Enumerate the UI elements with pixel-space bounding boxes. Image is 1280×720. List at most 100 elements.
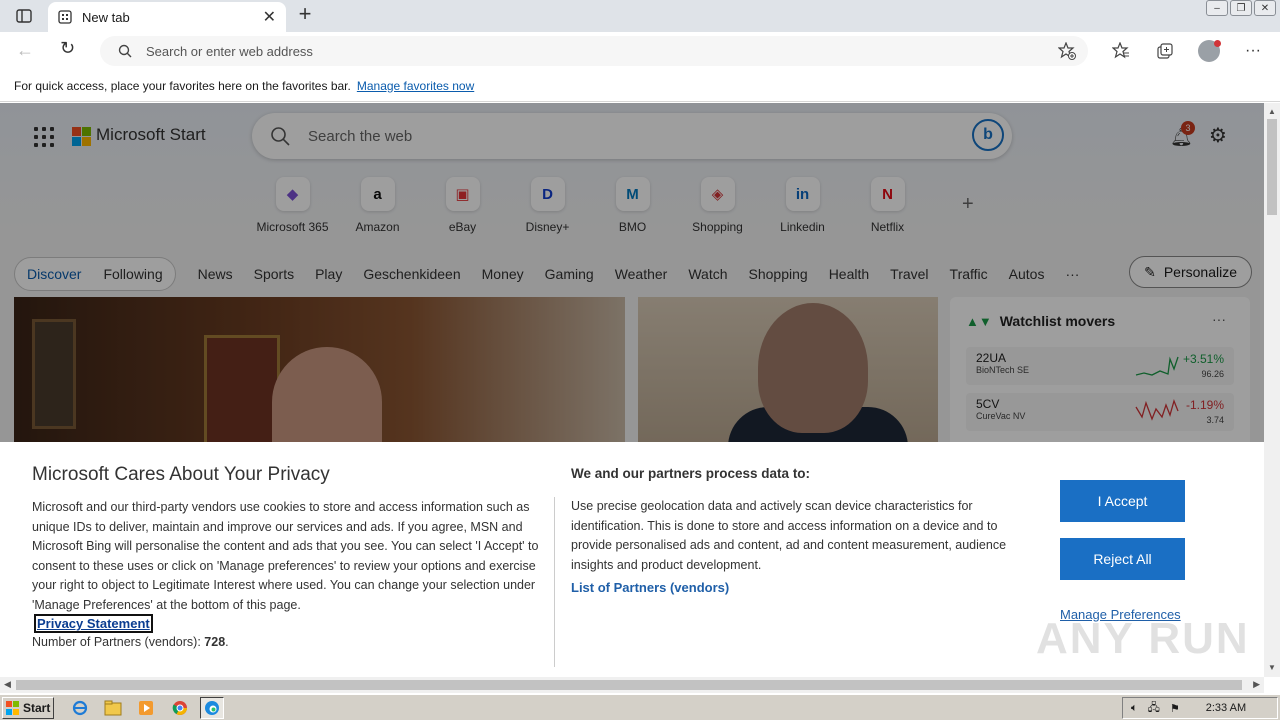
network-icon[interactable]: 🖧 xyxy=(1148,699,1160,718)
brand-title[interactable]: Microsoft Start xyxy=(96,125,206,145)
start-label: Start xyxy=(23,701,51,715)
system-tray: 🔈︎ 🖧 ⚑ 2:33 AM xyxy=(1122,697,1278,719)
feed-category-tab[interactable]: Gaming xyxy=(545,266,594,282)
address-bar[interactable]: Search or enter web address xyxy=(100,36,1088,66)
quicklink-item[interactable]: D Disney+ xyxy=(505,177,590,234)
quicklink-icon: D xyxy=(530,177,565,211)
address-placeholder: Search or enter web address xyxy=(146,43,313,59)
back-icon[interactable]: ← xyxy=(16,40,34,61)
web-search-placeholder: Search the web xyxy=(308,127,413,145)
toolbar-icons: ··· xyxy=(1110,40,1264,62)
scroll-thumb[interactable] xyxy=(1267,119,1277,215)
edge-icon[interactable] xyxy=(200,697,224,719)
watchlist-card: ▲▼ Watchlist movers ··· 22UA BioNTech SE +… xyxy=(950,297,1250,457)
accept-button[interactable]: I Accept xyxy=(1060,480,1185,522)
scroll-up-icon[interactable]: ▲ xyxy=(1268,107,1276,116)
scroll-right-icon[interactable]: ▶ xyxy=(1253,679,1260,690)
folder-icon[interactable] xyxy=(101,697,125,719)
portrait-shape xyxy=(204,335,280,455)
quicklink-icon: N xyxy=(870,177,905,211)
watchlist-row[interactable]: 22UA BioNTech SE +3.51% 96.26 xyxy=(966,347,1234,385)
tab-following[interactable]: Following xyxy=(103,266,162,282)
search-icon xyxy=(271,127,290,146)
minimize-button[interactable]: – xyxy=(1206,0,1228,16)
portrait-shape xyxy=(32,319,76,429)
profile-avatar[interactable] xyxy=(1198,40,1221,62)
restore-button[interactable]: ❐ xyxy=(1230,0,1252,16)
settings-more-icon[interactable]: ··· xyxy=(1242,40,1264,62)
feed-category-tab[interactable]: Autos xyxy=(1009,266,1045,282)
personalize-label: Personalize xyxy=(1163,264,1237,280)
ie-icon[interactable] xyxy=(68,697,92,719)
clock[interactable]: 2:33 AM xyxy=(1206,702,1246,714)
chrome-icon[interactable] xyxy=(168,697,192,719)
new-tab-button[interactable]: + xyxy=(294,3,316,26)
bing-chat-icon[interactable]: b xyxy=(972,119,1004,151)
vendors-list-link[interactable]: List of Partners (vendors) xyxy=(571,580,729,595)
feed-category-tab[interactable]: Money xyxy=(482,266,524,282)
close-window-button[interactable]: ✕ xyxy=(1254,0,1276,16)
quicklink-label: Linkedin xyxy=(780,220,825,234)
tab-discover[interactable]: Discover xyxy=(27,266,81,282)
quicklink-item[interactable]: in Linkedin xyxy=(760,177,845,234)
tab-actions-button[interactable] xyxy=(10,6,38,26)
scroll-down-icon[interactable]: ▼ xyxy=(1268,663,1276,672)
personalize-button[interactable]: ✎ Personalize xyxy=(1129,256,1252,288)
start-button[interactable]: Start xyxy=(2,697,54,719)
quicklink-item[interactable]: M BMO xyxy=(590,177,675,234)
feed-category-tab[interactable]: Sports xyxy=(254,266,294,282)
horizontal-scrollbar[interactable]: ◀ ▶ xyxy=(0,677,1264,693)
scroll-thumb[interactable] xyxy=(16,680,1242,690)
collections-icon[interactable] xyxy=(1154,40,1176,62)
feed-category-tab[interactable]: Weather xyxy=(615,266,668,282)
sparkline-chart xyxy=(1135,356,1179,376)
quicklink-item[interactable]: ▣ eBay xyxy=(420,177,505,234)
watchlist-title-text: Watchlist movers xyxy=(999,313,1116,329)
feed-category-tab[interactable]: Geschenkideen xyxy=(363,266,460,282)
person-shape xyxy=(758,303,868,433)
partners-count: 728 xyxy=(204,635,226,649)
feed-category-tab[interactable]: Health xyxy=(829,266,869,282)
watchlist-row[interactable]: 5CV CureVac NV -1.19% 3.74 xyxy=(966,393,1234,431)
manage-favorites-link[interactable]: Manage favorites now xyxy=(357,79,474,93)
flag-icon[interactable]: ⚑ xyxy=(1170,702,1180,715)
privacy-banner: Microsoft Cares About Your Privacy Micro… xyxy=(0,442,1264,677)
close-tab-icon[interactable]: ✕ xyxy=(263,7,276,27)
news-card-image-1[interactable] xyxy=(14,297,625,457)
feed-category-tab[interactable]: Travel xyxy=(890,266,928,282)
add-favorite-icon[interactable] xyxy=(1057,41,1076,63)
quicklink-icon: M xyxy=(615,177,650,211)
partners-count-line: Number of Partners (vendors): 728. xyxy=(32,635,229,649)
add-quicklink-icon[interactable]: + xyxy=(962,193,974,216)
media-player-icon[interactable] xyxy=(134,697,158,719)
tab-new-tab[interactable]: New tab ✕ xyxy=(48,2,286,32)
reload-icon[interactable]: ↻ xyxy=(60,38,75,59)
favorites-icon[interactable] xyxy=(1110,40,1132,62)
reject-all-button[interactable]: Reject All xyxy=(1060,538,1185,580)
volume-icon[interactable]: 🔈︎ xyxy=(1131,702,1138,715)
quicklink-item[interactable]: N Netflix xyxy=(845,177,930,234)
browser-toolbar: ← ↻ Search or enter web address ··· xyxy=(0,32,1280,70)
more-options-icon[interactable]: ··· xyxy=(1212,311,1226,327)
quicklink-label: eBay xyxy=(448,220,477,234)
vertical-scrollbar[interactable]: ▲ ▼ xyxy=(1264,103,1280,677)
tab-strip: New tab ✕ + – ❐ ✕ xyxy=(0,0,1280,32)
quicklink-item[interactable]: ◆ Microsoft 365 xyxy=(250,177,335,234)
privacy-statement-link[interactable]: Privacy Statement xyxy=(34,614,153,633)
app-launcher-icon[interactable] xyxy=(34,127,54,147)
gear-icon[interactable]: ⚙ xyxy=(1209,123,1227,148)
quick-links: ◆ Microsoft 365 a Amazon ▣ eBay D Disney+ M BMO ◈ S… xyxy=(250,177,930,234)
scroll-left-icon[interactable]: ◀ xyxy=(4,679,11,690)
feed-category-tab[interactable]: Play xyxy=(315,266,342,282)
feed-category-tab[interactable]: Watch xyxy=(688,266,727,282)
feed-category-tab[interactable]: Shopping xyxy=(749,266,808,282)
news-card-image-2[interactable] xyxy=(638,297,938,457)
quicklink-item[interactable]: a Amazon xyxy=(335,177,420,234)
feed-category-tab[interactable]: ··· xyxy=(1065,266,1079,282)
feed-category-tab[interactable]: Traffic xyxy=(950,266,988,282)
web-search-box[interactable]: Search the web b xyxy=(252,113,1012,159)
feed-category-tab[interactable]: News xyxy=(198,266,233,282)
quicklink-item[interactable]: ◈ Shopping xyxy=(675,177,760,234)
divider xyxy=(554,497,555,667)
person-shape xyxy=(272,347,382,457)
